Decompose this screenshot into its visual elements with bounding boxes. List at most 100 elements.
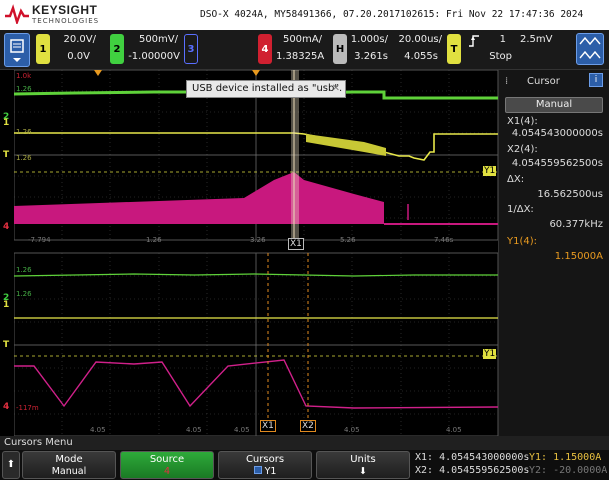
readout-x1: X1: 4.054543000000s <box>415 452 530 463</box>
main-menu-button[interactable] <box>4 33 30 67</box>
trigger-level: 2.5mV <box>520 34 553 45</box>
cursors-softkey-value-text: Y1 <box>264 466 277 477</box>
brand-subtitle: TECHNOLOGIES <box>32 17 100 25</box>
header-bar: KEYSIGHT TECHNOLOGIES DSO-X 4024A, MY584… <box>0 0 609 30</box>
cursor-x1-marker[interactable]: X1 <box>260 420 276 432</box>
readout-y2: Y2: -20.0000A <box>529 465 608 476</box>
cursor-inverse-label: 1/ΔX: <box>507 204 534 215</box>
close-icon[interactable]: ✕ <box>332 81 340 97</box>
channel-bar: 1 20.0V/ 0.0V 2 500mV/ -1.00000V 3 4 500… <box>0 30 609 70</box>
channel-4-envelope-upper <box>14 172 384 224</box>
mode-softkey-value: Manual <box>51 466 87 477</box>
trigger-level-channel: 1 <box>499 34 506 45</box>
source-softkey-label: Source <box>149 454 185 465</box>
trigger-mode: Stop <box>489 51 512 62</box>
lower-tick-2: 4.05 <box>186 426 202 434</box>
scale-label-e: -117m <box>16 404 39 412</box>
upper-tick-4: 5.26 <box>340 236 356 244</box>
brand-name: KEYSIGHT <box>32 3 98 17</box>
trigger-edge-icon <box>469 35 479 47</box>
cursor-y1-marker-upper[interactable]: Y1 <box>483 166 497 176</box>
upper-tick-2: 1.26 <box>146 236 162 244</box>
cursor-panel: Cursor ⁞ i Manual X1(4): 4.054543000000s… <box>498 70 609 436</box>
cursors-softkey-label: Cursors <box>245 454 285 465</box>
scale-label-f: 1.26 <box>16 266 32 274</box>
channel-4-ground-marker-zoom[interactable]: 4 <box>3 402 9 412</box>
source-softkey[interactable]: Source 4 <box>120 451 214 479</box>
lower-tick-4: 4.05 <box>344 426 360 434</box>
trigger-level-marker-zoom[interactable]: T <box>3 340 9 350</box>
cursor-inverse-value: 60.377kHz <box>549 219 603 230</box>
source-softkey-value: 4 <box>163 466 171 477</box>
trigger-position-icon <box>94 70 102 76</box>
channel-4-offset: 1.38325A <box>276 51 325 62</box>
channel-1-ground-marker[interactable]: 1 <box>3 118 9 128</box>
cursor-y1-value: 1.15000A <box>554 251 603 262</box>
back-button[interactable]: ⬆ <box>2 451 20 479</box>
waveform-graticule <box>13 69 499 437</box>
channel-1-ground-marker-zoom[interactable]: 1 <box>3 300 9 310</box>
instrument-title: DSO-X 4024A, MY58491366, 07.20.201710261… <box>200 9 584 20</box>
cursor-x2-marker[interactable]: X2 <box>300 420 316 432</box>
auto-scale-button[interactable] <box>576 33 604 65</box>
channel-2-scale: 500mV/ <box>138 34 178 45</box>
checkbox-icon <box>253 466 262 474</box>
cursor-x1-marker-upper[interactable]: X1 <box>288 238 304 250</box>
cursor-y1-label: Y1(4): <box>507 236 538 247</box>
channel-2-offset: -1.00000V <box>128 51 180 62</box>
cursor-x1-label: X1(4): <box>507 116 538 127</box>
cursor-y1-marker-lower[interactable]: Y1 <box>483 349 497 359</box>
units-softkey-label: Units <box>350 454 376 465</box>
scale-label-g: 1.26 <box>16 290 32 298</box>
upper-tick-1: -7.794 <box>28 236 51 244</box>
cursors-softkey-value: Y1 <box>219 466 311 478</box>
units-softkey-value: ⬇ <box>359 466 367 477</box>
scale-label-c: 1.26 <box>16 128 32 136</box>
cursor-mode-indicator: Manual <box>505 97 603 113</box>
lower-tick-1: 4.05 <box>90 426 106 434</box>
cursor-dx-label: ΔX: <box>507 174 525 185</box>
lower-tick-3: 4.05 <box>234 426 250 434</box>
channel-1-key[interactable]: 1 <box>36 34 50 64</box>
trigger-level-marker-left[interactable]: T <box>3 150 9 160</box>
trigger-key[interactable]: T <box>447 34 461 64</box>
cursor-panel-title: Cursor <box>527 76 560 87</box>
channel-4-key[interactable]: 4 <box>258 34 272 64</box>
horizontal-time-div: 1.000s/ <box>350 34 388 45</box>
channel-2-key[interactable]: 2 <box>110 34 124 64</box>
readout-y1: Y1: 1.15000A <box>529 452 602 463</box>
channel-1-burst <box>306 134 386 156</box>
time-reference-icon <box>252 70 260 76</box>
menu-title: Cursors Menu <box>0 436 609 450</box>
readout-x2: X2: 4.054559562500s <box>415 465 530 476</box>
scale-label-a: 1.0k <box>16 72 32 80</box>
channel-1-offset: 0.0V <box>67 51 90 62</box>
upper-tick-5: 7.46s <box>434 236 454 244</box>
usb-notification-text: USB device installed as "usb". <box>192 83 343 94</box>
channel-3-key[interactable]: 3 <box>184 34 198 64</box>
channel-1-scale: 20.0V/ <box>63 34 96 45</box>
keysight-logo-icon <box>5 4 29 24</box>
horizontal-sample: 20.00us/ <box>398 34 442 45</box>
horizontal-sample2: 4.055s <box>404 51 438 62</box>
mode-softkey[interactable]: Mode Manual <box>22 451 116 479</box>
waveform-display[interactable]: -7.794 1.26 3.26 5.26 7.46s 4.05 4.05 4.… <box>13 69 499 437</box>
cursor-panel-info-icon[interactable]: i <box>589 73 603 87</box>
scale-label-d: 1.26 <box>16 154 32 162</box>
cursor-dx-value: 16.562500us <box>537 189 603 200</box>
autoscale-wave-icon <box>579 36 601 60</box>
horizontal-key[interactable]: H <box>333 34 347 64</box>
upper-tick-3: 3.26 <box>250 236 266 244</box>
channel-4-ground-marker[interactable]: 4 <box>3 222 9 232</box>
lower-tick-5: 4.05 <box>446 426 462 434</box>
cursor-x2-value: 4.054559562500s <box>511 158 603 169</box>
cursor-panel-collapse-icon[interactable]: ⁞ <box>505 76 508 87</box>
units-softkey[interactable]: Units ⬇ <box>316 451 410 479</box>
channel-4-scale: 500mA/ <box>282 34 322 45</box>
scale-label-b: 1.26 <box>16 85 32 93</box>
softkey-bar: ⬆ Mode Manual Source 4 Cursors Y1 Units … <box>0 450 609 480</box>
cursors-softkey[interactable]: Cursors Y1 <box>218 451 312 479</box>
horizontal-delay: 3.261s <box>354 51 388 62</box>
usb-notification: USB device installed as "usb". ✕ <box>186 80 346 98</box>
mode-softkey-label: Mode <box>55 454 83 465</box>
